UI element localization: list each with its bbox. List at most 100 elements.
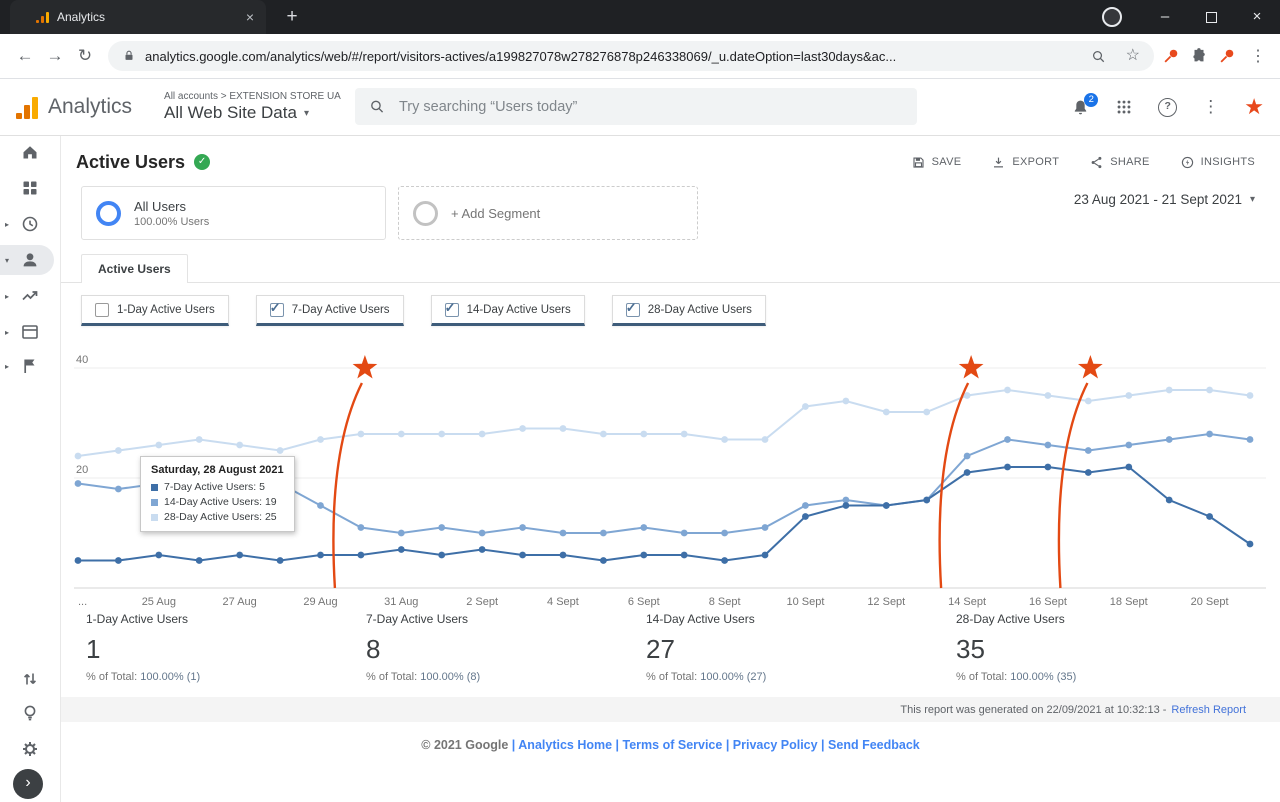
svg-text:27 Aug: 27 Aug bbox=[223, 596, 257, 608]
metric-toggle[interactable]: ✓ 14-Day Active Users bbox=[430, 295, 585, 326]
chevron-down-icon: ▾ bbox=[303, 107, 309, 119]
metric-toggle[interactable]: ✓ 28-Day Active Users bbox=[611, 295, 766, 326]
sidebar-item-audience[interactable]: ▾ bbox=[0, 245, 54, 275]
share-button[interactable]: SHARE bbox=[1089, 155, 1149, 170]
series-swatch-icon bbox=[151, 498, 158, 506]
footer-link[interactable]: Send Feedback bbox=[828, 738, 920, 752]
svg-text:20: 20 bbox=[76, 464, 88, 476]
zoom-icon[interactable] bbox=[1091, 49, 1106, 64]
url-text: analytics.google.com/analytics/web/#/rep… bbox=[145, 48, 897, 64]
page-footer: © 2021 Google | Analytics Home | Terms o… bbox=[61, 738, 1280, 752]
refresh-report-link[interactable]: Refresh Report bbox=[1171, 704, 1246, 716]
sidebar-item-customization[interactable] bbox=[0, 173, 56, 203]
generated-text: This report was generated on 22/09/2021 … bbox=[900, 703, 1167, 716]
download-icon bbox=[994, 157, 1004, 167]
summary-label: 14-Day Active Users bbox=[646, 612, 755, 626]
svg-text:4 Sept: 4 Sept bbox=[547, 596, 579, 608]
expand-sidebar-button[interactable]: › bbox=[13, 769, 43, 799]
search-input[interactable] bbox=[396, 97, 903, 116]
add-segment-donut-icon bbox=[413, 200, 438, 226]
summary-value: 35 bbox=[956, 634, 985, 664]
apps-grid-button[interactable] bbox=[1115, 98, 1133, 116]
sidebar-item-home[interactable] bbox=[0, 137, 56, 167]
footer-separator: | bbox=[612, 738, 623, 752]
browser-menu-icon[interactable]: ⋮ bbox=[1246, 46, 1270, 66]
summary-card: 14-Day Active Users 27 % of Total: 100.0… bbox=[646, 612, 956, 683]
add-segment-card[interactable]: + Add Segment bbox=[398, 186, 698, 240]
property-selector[interactable]: All Web Site Data ▾ bbox=[164, 103, 341, 123]
tab-active-users[interactable]: Active Users bbox=[81, 254, 188, 283]
segment-detail: 100.00% Users bbox=[134, 215, 210, 228]
extensions-puzzle-icon[interactable] bbox=[1190, 47, 1218, 65]
checkbox-icon: ✓ bbox=[625, 300, 640, 317]
export-button[interactable]: EXPORT bbox=[991, 155, 1059, 170]
summary-label: 7-Day Active Users bbox=[366, 612, 469, 626]
summary-label: 28-Day Active Users bbox=[956, 612, 1065, 626]
series-swatch-icon bbox=[151, 483, 158, 491]
footer-link[interactable]: Analytics Home bbox=[518, 738, 612, 752]
tooltip-row: 28-Day Active Users: 25 bbox=[151, 511, 284, 523]
back-button[interactable]: ← bbox=[10, 41, 40, 71]
metric-toggle[interactable]: ✓ 7-Day Active Users bbox=[255, 295, 404, 326]
restore-button[interactable] bbox=[1188, 0, 1234, 34]
chevron-down-icon: ▾ bbox=[1249, 194, 1255, 205]
search-icon bbox=[371, 100, 384, 113]
address-bar[interactable]: analytics.google.com/analytics/web/#/rep… bbox=[108, 41, 1154, 71]
sidebar-item-discover[interactable] bbox=[0, 698, 56, 728]
help-button[interactable]: ? bbox=[1158, 97, 1178, 117]
chevron-right-icon: ▸ bbox=[5, 220, 10, 229]
segment-card-all-users[interactable]: All Users 100.00% Users bbox=[81, 186, 386, 240]
metric-toggle[interactable]: ✓ 1-Day Active Users bbox=[81, 295, 229, 326]
notifications-button[interactable]: 2 bbox=[1071, 92, 1099, 117]
forward-button[interactable]: → bbox=[40, 41, 70, 71]
browser-profile-icon[interactable] bbox=[1102, 7, 1122, 27]
account-avatar[interactable]: ★ bbox=[1244, 96, 1264, 118]
date-range-selector[interactable]: 23 Aug 2021 - 21 Sept 2021 ▾ bbox=[1074, 192, 1255, 207]
gear-icon bbox=[23, 742, 37, 756]
ga-menu-icon[interactable]: ⋮ bbox=[1202, 97, 1219, 117]
tooltip-row: 7-Day Active Users: 5 bbox=[151, 481, 284, 493]
account-breadcrumb[interactable]: All accounts > EXTENSION STORE UA bbox=[164, 91, 341, 102]
toggle-label: 7-Day Active Users bbox=[291, 303, 390, 316]
tab-close-icon[interactable]: × bbox=[242, 9, 258, 25]
close-window-button[interactable]: × bbox=[1234, 0, 1280, 34]
svg-text:2 Sept: 2 Sept bbox=[466, 596, 498, 608]
summary-pct-label: % of Total: bbox=[86, 671, 138, 683]
insights-button[interactable]: INSIGHTS bbox=[1180, 155, 1255, 170]
search-bar[interactable] bbox=[355, 88, 917, 125]
sidebar-item-attribution[interactable] bbox=[0, 664, 56, 694]
chart-area: 20 40... 25 Aug 27 Aug 29 Aug 31 Aug 2 Sept 4 S… bbox=[74, 338, 1266, 610]
copyright-text: © 2021 Google bbox=[421, 738, 509, 752]
property-name: All Web Site Data bbox=[164, 103, 297, 122]
sidebar-item-behavior[interactable]: ▸ bbox=[0, 317, 56, 347]
summary-value: 1 bbox=[86, 634, 101, 664]
footer-link[interactable]: Terms of Service bbox=[623, 738, 723, 752]
sidebar-item-admin[interactable] bbox=[0, 734, 56, 764]
home-icon bbox=[23, 146, 37, 159]
new-tab-button[interactable]: + bbox=[280, 6, 304, 28]
behavior-icon bbox=[22, 325, 38, 339]
chart-tooltip: Saturday, 28 August 2021 7-Day Active Us… bbox=[140, 456, 295, 532]
bookmark-star-icon[interactable]: ☆ bbox=[1126, 48, 1140, 64]
sidebar-item-acquisition[interactable]: ▸ bbox=[0, 281, 56, 311]
browser-titlebar: Analytics × + – × bbox=[0, 0, 1280, 34]
svg-text:8 Sept: 8 Sept bbox=[709, 596, 741, 608]
extension-pin-icon-2[interactable] bbox=[1218, 47, 1246, 65]
browser-tab[interactable]: Analytics × bbox=[10, 0, 266, 34]
analytics-logo bbox=[16, 96, 38, 119]
checkbox-icon: ✓ bbox=[444, 300, 459, 317]
swap-arrows-icon bbox=[24, 673, 36, 685]
save-button[interactable]: SAVE bbox=[911, 155, 962, 170]
notification-badge: 2 bbox=[1084, 92, 1099, 107]
summary-pct-label: % of Total: bbox=[956, 671, 1008, 683]
chevron-right-icon: ▸ bbox=[5, 328, 10, 337]
extension-pin-icon[interactable] bbox=[1162, 47, 1190, 65]
reload-button[interactable]: ↻ bbox=[70, 41, 100, 71]
sidebar-item-realtime[interactable]: ▸ bbox=[0, 209, 56, 239]
sidebar-item-conversions[interactable]: ▸ bbox=[0, 351, 56, 381]
minimize-button[interactable]: – bbox=[1142, 0, 1188, 34]
ga-header: Analytics All accounts > EXTENSION STORE… bbox=[0, 79, 1280, 136]
toggle-label: 28-Day Active Users bbox=[647, 303, 752, 316]
footer-link[interactable]: Privacy Policy bbox=[733, 738, 818, 752]
svg-text:10 Sept: 10 Sept bbox=[786, 596, 824, 608]
